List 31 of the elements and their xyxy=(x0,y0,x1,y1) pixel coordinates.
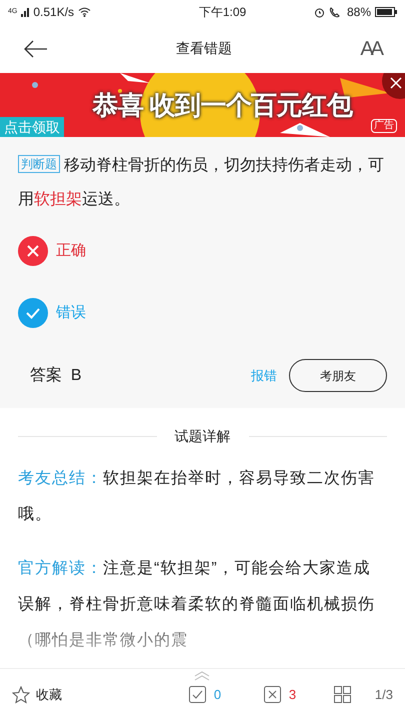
explanation-paragraph: 考友总结：软担架在抬举时，容易导致二次伤害哦。 xyxy=(18,468,376,525)
favorite-label[interactable]: 收藏 xyxy=(36,684,189,704)
x-box-icon xyxy=(264,686,281,703)
checkbox-icon xyxy=(188,686,206,703)
wrong-count: 3 xyxy=(288,686,298,704)
close-icon[interactable] xyxy=(390,77,402,89)
claim-link[interactable]: 点击领取 xyxy=(0,117,64,137)
question-text: 判断题 移动脊柱骨折的伤员，切勿扶持伤者走动，可用软担架运送。 xyxy=(18,154,385,210)
signal-icon xyxy=(21,8,30,16)
answer-text: 答案 B xyxy=(30,365,83,386)
grid-icon[interactable] xyxy=(334,686,351,703)
battery-percent: 88% xyxy=(346,4,371,21)
correct-count: 0 xyxy=(214,686,222,704)
question-type-tag: 判断题 xyxy=(18,155,60,173)
clock: 下午1:09 xyxy=(198,4,246,21)
ask-friend-button[interactable]: 考朋友 xyxy=(289,359,387,392)
option-label[interactable]: 错误 xyxy=(56,302,86,324)
explanation-paragraph: 官方解读：注意是“软担架”，可能会给大家造成误解，脊柱骨折意味着柔软的脊髓面临机械损伤（哪怕是非常微小的震 xyxy=(18,558,376,651)
section-title: 试题详解 xyxy=(174,427,230,446)
network-speed: 0.51K/s xyxy=(33,4,74,21)
wifi-icon xyxy=(78,7,92,17)
font-size-button[interactable]: AA xyxy=(360,34,381,64)
star-icon[interactable] xyxy=(12,686,30,704)
alarm-icon xyxy=(314,6,325,18)
back-icon[interactable] xyxy=(24,40,48,58)
option-label[interactable]: 正确 xyxy=(56,240,86,262)
page-title: 查看错题 xyxy=(176,39,232,58)
page-indicator: 1/3 xyxy=(374,686,393,704)
report-link[interactable]: 报错 xyxy=(251,366,277,386)
ad-badge: 广告 xyxy=(371,119,397,133)
battery-icon xyxy=(375,7,397,17)
